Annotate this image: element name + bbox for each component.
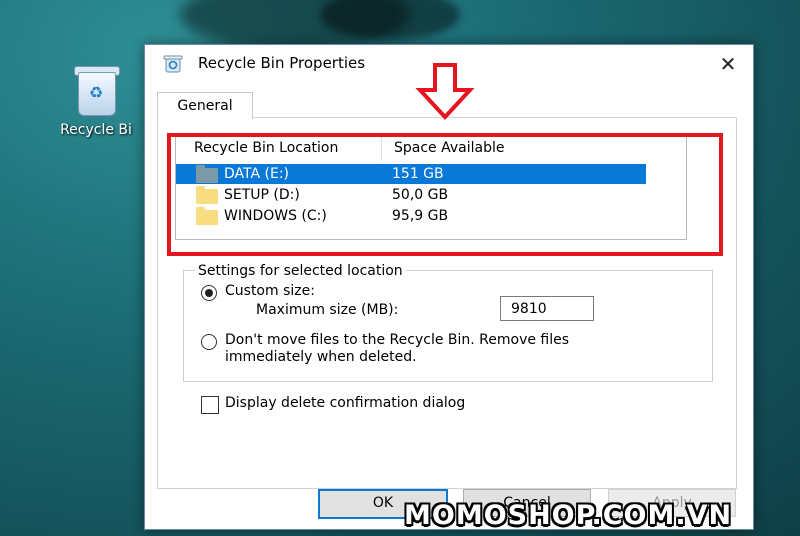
watermark: MOMOSHOP.COM.VN [404, 500, 733, 531]
dont-move-radio[interactable] [201, 334, 217, 350]
dialog-title: Recycle Bin Properties [198, 54, 366, 72]
custom-size-label: Custom size: [225, 283, 315, 299]
settings-group-label: Settings for selected location [195, 263, 406, 279]
confirm-dialog-label: Display delete confirmation dialog [225, 395, 466, 411]
close-icon[interactable]: ✕ [715, 51, 741, 77]
recycle-bin-icon: ♻ [74, 62, 120, 116]
max-size-label: Maximum size (MB): [256, 302, 399, 318]
max-size-input[interactable]: 9810 [500, 296, 594, 321]
custom-size-radio[interactable] [201, 285, 217, 301]
tab-general[interactable]: General [157, 92, 253, 119]
confirm-dialog-checkbox[interactable] [201, 396, 219, 414]
highlight-box [167, 133, 723, 256]
dont-move-label-line2: immediately when deleted. [225, 349, 417, 365]
down-arrow-icon [415, 63, 475, 120]
desktop-recycle-bin[interactable]: ♻ Recycle Bi [46, 62, 146, 138]
recycle-bin-small-icon [163, 55, 183, 73]
dont-move-label-line1: Don't move files to the Recycle Bin. Rem… [225, 332, 570, 348]
desktop-icon-label: Recycle Bi [60, 122, 132, 138]
